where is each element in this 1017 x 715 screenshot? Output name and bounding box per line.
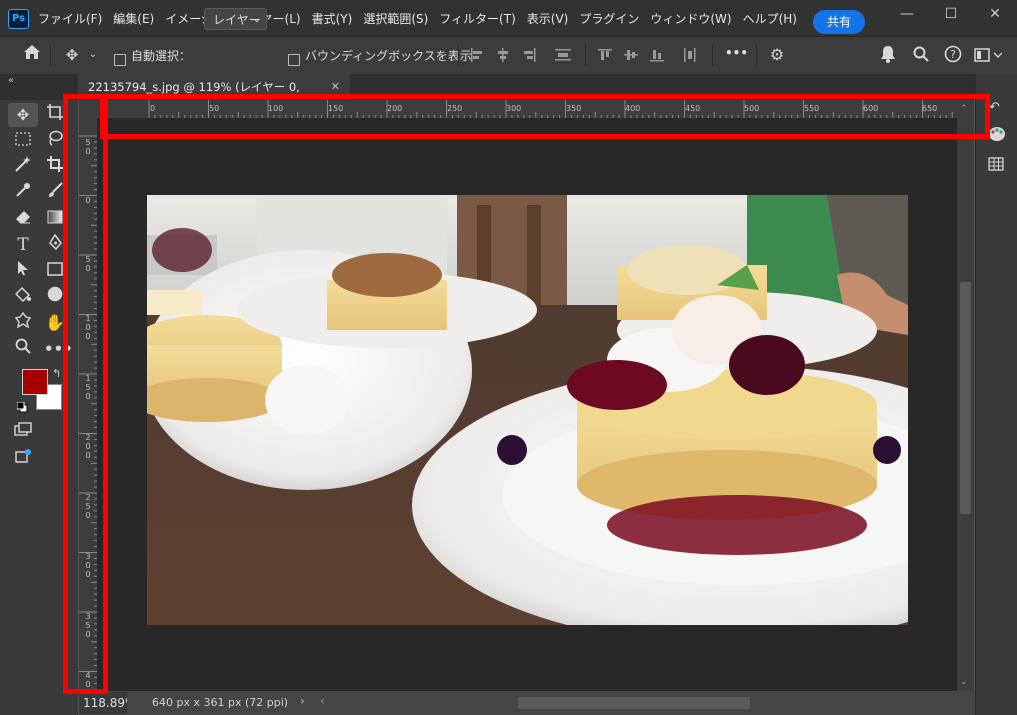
right-panel-dock: ↶: [975, 74, 1017, 715]
menu-plugins[interactable]: プラグイン: [579, 10, 639, 27]
history-icon[interactable]: ↶: [989, 100, 1000, 115]
menu-window[interactable]: ウィンドウ(W): [650, 10, 731, 27]
top-ruler-highlight: [100, 94, 990, 139]
swap-colors-icon[interactable]: ↰: [52, 367, 61, 380]
screen-mode-icon[interactable]: [12, 448, 34, 470]
layer-select-dropdown[interactable]: レイヤー ⌄: [204, 8, 267, 30]
align-right-icon[interactable]: [522, 47, 536, 66]
pancake-photo[interactable]: [147, 195, 908, 625]
separator: [756, 44, 757, 66]
gear-icon[interactable]: ⚙: [766, 44, 788, 66]
photoshop-logo-icon: Ps: [8, 9, 29, 29]
menu-edit[interactable]: 編集(E): [113, 10, 154, 27]
menu-file[interactable]: ファイル(F): [38, 10, 102, 27]
workspace-icon[interactable]: [974, 47, 1003, 66]
align-center-icon[interactable]: [496, 47, 510, 66]
separator: [50, 44, 51, 66]
eyedropper-icon[interactable]: [12, 182, 34, 204]
distribute-vertical-icon[interactable]: [683, 47, 697, 66]
chevron-right-icon[interactable]: ›: [300, 694, 305, 708]
auto-select-checkbox[interactable]: [114, 49, 126, 68]
close-window-button[interactable]: ✕: [973, 0, 1017, 30]
align-left-icon[interactable]: [470, 47, 484, 66]
document-info: 640 px x 361 px (72 ppi): [152, 696, 289, 709]
foreground-color-swatch[interactable]: [22, 369, 48, 395]
align-bottom-icon[interactable]: [650, 47, 664, 66]
auto-select-label: 自動選択：: [131, 49, 192, 63]
search-icon[interactable]: [913, 46, 929, 66]
separator: [712, 44, 713, 66]
zoom-tool-icon[interactable]: [12, 338, 34, 360]
separator: [458, 44, 459, 66]
left-ruler-highlight: [63, 94, 108, 694]
type-tool-icon[interactable]: T: [12, 234, 34, 256]
horizontal-scroll-thumb[interactable]: [518, 697, 750, 709]
menu-view[interactable]: 表示(V): [527, 10, 569, 27]
minimize-button[interactable]: —: [885, 0, 929, 30]
bounding-box-label: バウンディングボックスを表示: [305, 49, 472, 63]
move-tool-icon[interactable]: ✥: [12, 104, 34, 126]
marquee-tool-icon[interactable]: [12, 130, 34, 152]
collapse-left-panel-icon[interactable]: «: [8, 75, 14, 86]
path-selection-icon[interactable]: [12, 260, 34, 282]
menu-type[interactable]: 書式(Y): [312, 10, 353, 27]
bell-icon[interactable]: [880, 45, 896, 67]
chevron-down-icon[interactable]: ⌄: [86, 44, 100, 66]
align-middle-icon[interactable]: [624, 47, 638, 66]
menu-help[interactable]: ヘルプ(H): [743, 10, 797, 27]
home-icon[interactable]: [20, 44, 44, 66]
default-colors-icon[interactable]: [16, 398, 28, 417]
paint-bucket-icon[interactable]: [12, 286, 34, 308]
edit-quick-mask-icon[interactable]: [12, 420, 34, 442]
puppet-warp-icon[interactable]: [12, 311, 34, 334]
bounding-box-checkbox[interactable]: [288, 49, 300, 68]
menu-select[interactable]: 選択範囲(S): [363, 10, 428, 27]
move-tool-icon[interactable]: ✥: [60, 44, 84, 66]
menu-filter[interactable]: フィルター(T): [439, 10, 515, 27]
zoom-level-field[interactable]: 118.89%: [79, 692, 127, 714]
share-button[interactable]: 共有: [813, 10, 865, 34]
vertical-scroll-thumb[interactable]: [960, 282, 971, 514]
table-grid-icon[interactable]: [988, 156, 1004, 175]
scroll-left-icon[interactable]: ‹: [320, 694, 325, 708]
maximize-button[interactable]: ☐: [929, 0, 973, 30]
help-icon[interactable]: ?: [944, 45, 962, 67]
distribute-icon[interactable]: [555, 47, 571, 66]
more-options-button[interactable]: •••: [725, 46, 748, 60]
eraser-tool-icon[interactable]: [12, 208, 34, 230]
magic-wand-icon[interactable]: [12, 156, 34, 178]
color-palette-icon[interactable]: [988, 126, 1006, 146]
chevron-down-icon: ⌄: [252, 14, 261, 25]
align-top-icon[interactable]: [598, 47, 612, 66]
separator: [585, 44, 586, 66]
svg-text:?: ?: [950, 48, 956, 61]
menu-bar: ファイル(F) 編集(E) イメージ(I) レイヤー(L) 書式(Y) 選択範囲…: [38, 0, 808, 36]
scroll-down-icon[interactable]: ⌄: [960, 677, 968, 687]
